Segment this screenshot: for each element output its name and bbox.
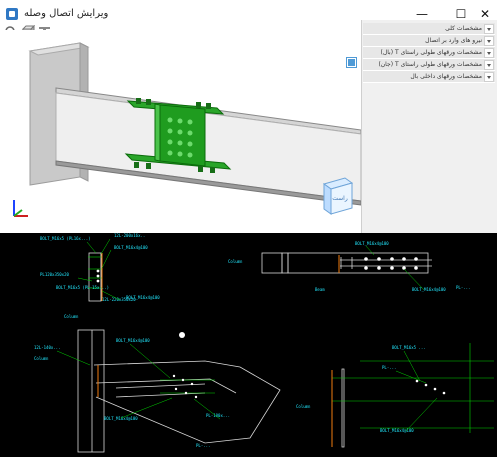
drawing-label: BOLT_M16x4@100 bbox=[116, 338, 150, 343]
drawing-label: BOLT_M16x4@100 bbox=[114, 245, 148, 250]
properties-panel: مشخصات کلی نیرو های وارد بر اتصال مشخصات… bbox=[361, 20, 497, 233]
chevron-down-icon[interactable] bbox=[484, 60, 494, 70]
view-indicator-icon[interactable] bbox=[347, 58, 356, 67]
3d-view[interactable] bbox=[0, 30, 361, 233]
chevron-down-icon[interactable] bbox=[484, 36, 494, 46]
drawing-label: BOLT_M16x4@100 bbox=[412, 287, 446, 292]
drawing-label: BOLT_M16x4@100 bbox=[380, 428, 414, 433]
3d-model-svg bbox=[13, 42, 361, 217]
chevron-down-icon[interactable] bbox=[484, 24, 494, 34]
accordion-web-plates[interactable]: مشخصات ورقهای طولی راستای T (جان) bbox=[363, 59, 495, 71]
cad-drawing[interactable]: BOLT_M16x5 (PL16x...) 12L-200x16x.. BOLT… bbox=[0, 233, 497, 457]
app-icon bbox=[6, 8, 18, 20]
accordion-general[interactable]: مشخصات کلی bbox=[363, 23, 495, 35]
accordion-label-web-plates: مشخصات ورقهای طولی راستای T (جان) bbox=[378, 61, 482, 68]
drawing-label: Column bbox=[64, 314, 79, 319]
drawing-label: 12L-140x... bbox=[34, 345, 61, 350]
drawing-label: 12L-200x16x.. bbox=[114, 233, 145, 238]
chevron-down-icon[interactable] bbox=[484, 72, 494, 82]
accordion-inner-flange-plates[interactable]: مشخصات ورقهای داخلی بال bbox=[363, 71, 495, 83]
drawing-label: PL-... bbox=[382, 365, 396, 370]
view-cube[interactable]: راست bbox=[316, 176, 354, 218]
accordion-flange-plates[interactable]: مشخصات ورقهای طولی راستای T (بال) bbox=[363, 47, 495, 59]
accordion-label-forces: نیرو های وارد بر اتصال bbox=[425, 37, 482, 44]
chevron-down-icon[interactable] bbox=[484, 48, 494, 58]
drawing-label: PL120x350x20 bbox=[40, 272, 69, 277]
drawing-label: BOLT_M16x4@100 bbox=[104, 416, 138, 421]
accordion-label-inner-flange-plates: مشخصات ورقهای داخلی بال bbox=[410, 73, 482, 80]
drawing-label: PL-... bbox=[196, 443, 210, 448]
window-title: ویرایش اتصال وصله bbox=[24, 8, 109, 19]
drawing-label: BOLT_M16x4@100 bbox=[355, 241, 389, 246]
accordion-label-flange-plates: مشخصات ورقهای طولی راستای T (بال) bbox=[380, 49, 482, 56]
accordion-label-general: مشخصات کلی bbox=[445, 25, 482, 32]
drawing-label: Beam bbox=[315, 287, 325, 292]
drawing-label: Column bbox=[34, 356, 49, 361]
drawing-label: PL-... bbox=[456, 285, 470, 290]
drawing-label: Column bbox=[296, 404, 311, 409]
drawing-label: BOLT_M16x5 (PL16x...) bbox=[40, 236, 91, 241]
drawing-label: BOLT_M16x5 ... bbox=[392, 345, 426, 350]
drawing-label: BOLT_M16x5 (PL-15x...) bbox=[56, 285, 109, 290]
drawing-label: BOLT_M16x4@100 bbox=[126, 295, 160, 300]
cad-drawing-svg: BOLT_M16x5 (PL16x...) 12L-200x16x.. BOLT… bbox=[34, 233, 494, 453]
accordion-forces[interactable]: نیرو های وارد بر اتصال bbox=[363, 35, 495, 47]
cube-face-label: راست bbox=[332, 195, 348, 202]
drawing-label: Column bbox=[228, 259, 243, 264]
